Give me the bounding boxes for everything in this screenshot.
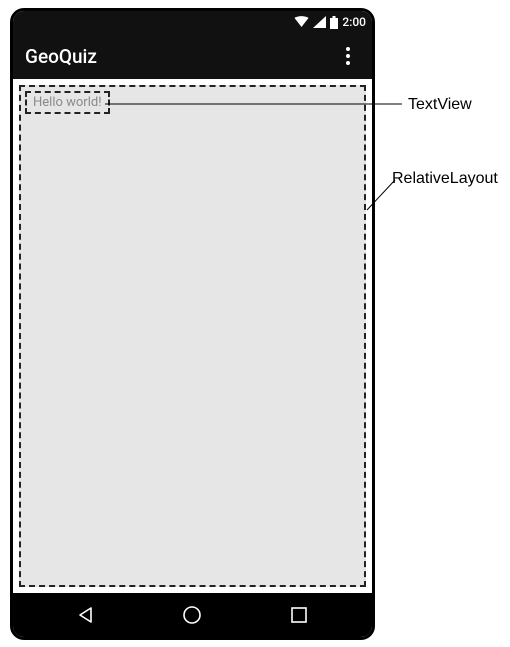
recents-button[interactable] <box>269 593 329 637</box>
wifi-icon <box>294 16 309 28</box>
back-button[interactable] <box>56 593 116 637</box>
dot-icon <box>346 54 350 58</box>
navigation-bar <box>13 593 372 637</box>
square-recents-icon <box>290 606 308 624</box>
home-button[interactable] <box>162 593 222 637</box>
dot-icon <box>346 61 350 65</box>
battery-icon <box>330 16 338 29</box>
annotation-textview: TextView <box>408 96 472 114</box>
app-title: GeoQuiz <box>25 45 97 68</box>
overflow-menu-button[interactable] <box>336 44 360 68</box>
status-time: 2:00 <box>342 15 366 29</box>
triangle-back-icon <box>77 606 95 624</box>
annotation-relativelayout: RelativeLayout <box>392 170 498 188</box>
status-bar: 2:00 <box>13 11 372 33</box>
action-bar: GeoQuiz <box>13 33 372 79</box>
content-area: Hello world! <box>13 79 372 593</box>
circle-home-icon <box>182 605 202 625</box>
relative-layout: Hello world! <box>19 85 366 587</box>
phone-frame: 2:00 GeoQuiz Hello world! <box>10 8 375 640</box>
dot-icon <box>346 47 350 51</box>
text-view: Hello world! <box>25 91 110 114</box>
signal-icon <box>313 16 326 28</box>
